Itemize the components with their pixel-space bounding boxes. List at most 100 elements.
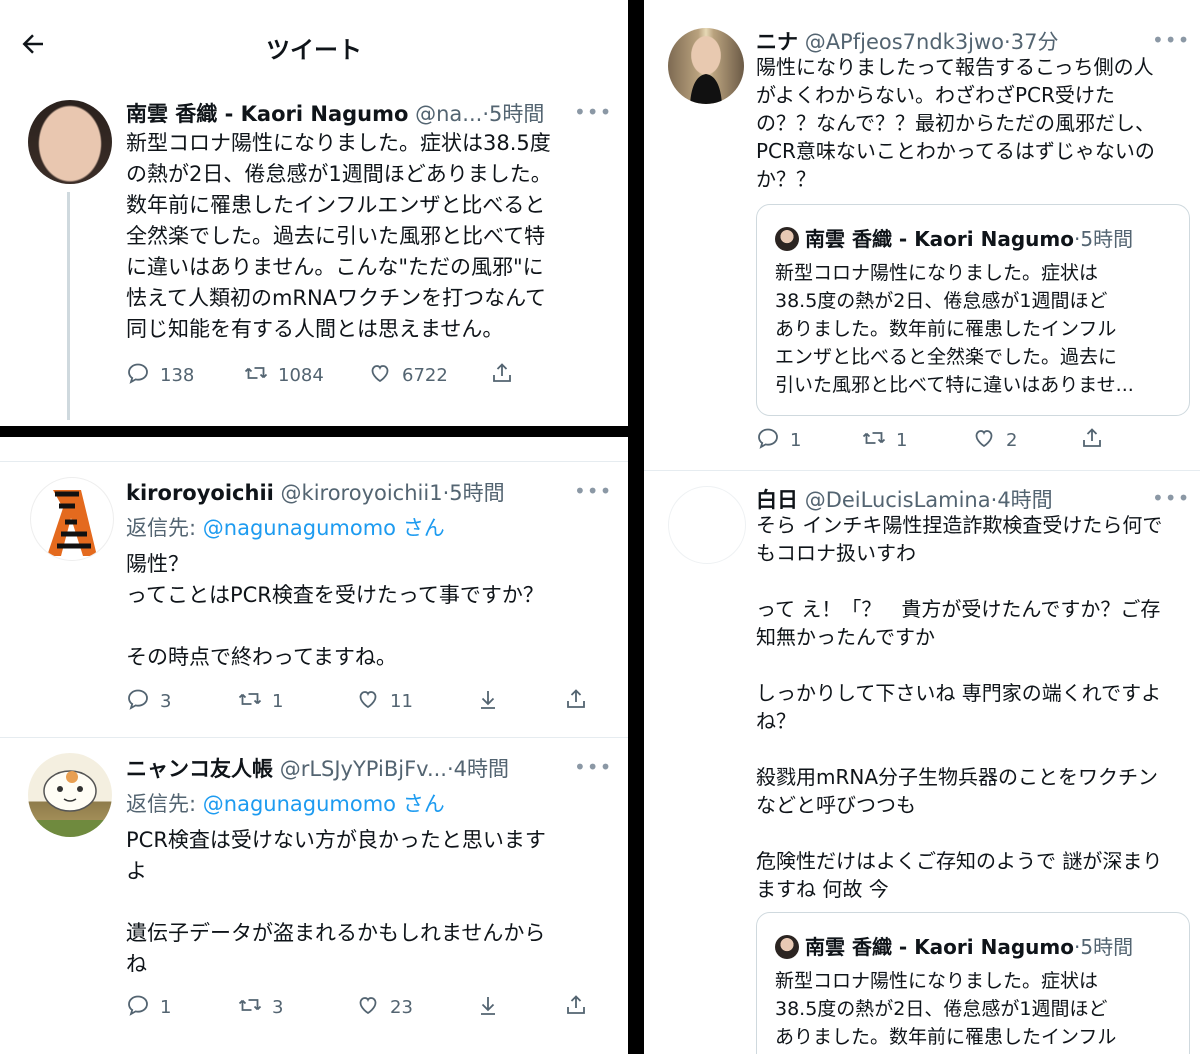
more-dots-icon[interactable]: ••• bbox=[1152, 486, 1190, 510]
tweet-header: ニナ @APfjeos7ndk3jwo·37分 bbox=[756, 26, 1058, 56]
tweet-actions: 1 3 23 bbox=[126, 993, 596, 1023]
heart-icon bbox=[356, 993, 380, 1022]
tweet-time[interactable]: 5時間 bbox=[449, 481, 504, 505]
reply-context: 返信先: @nagunagumomo さん bbox=[126, 512, 445, 542]
page-title: ツイート bbox=[266, 36, 362, 64]
reply-action[interactable]: 1 bbox=[756, 426, 801, 455]
author-name[interactable]: 南雲 香織 - Kaori Nagumo bbox=[126, 102, 408, 126]
tweet-header: kiroroyoichii @kiroroyoichii1·5時間 bbox=[126, 477, 505, 507]
share-icon bbox=[564, 993, 588, 1022]
quoted-author-name: 南雲 香織 - Kaori Nagumo bbox=[805, 935, 1074, 959]
separator-dot: · bbox=[1004, 30, 1011, 54]
right-panel: ニナ @APfjeos7ndk3jwo·37分 ••• 陽性になりましたって報告… bbox=[644, 0, 1200, 1054]
tweet-header: ニャンコ友人帳 @rLSJyYPiBjFv...·4時間 bbox=[126, 753, 509, 783]
quoted-tweet-header: 南雲 香織 - Kaori Nagumo·5時間 bbox=[775, 931, 1133, 960]
tweet-time[interactable]: 5時間 bbox=[489, 102, 544, 126]
author-name[interactable]: ニャンコ友人帳 bbox=[126, 757, 273, 781]
reply-action[interactable]: 1 bbox=[126, 993, 171, 1022]
reply-to-link[interactable]: @nagunagumomo bbox=[203, 516, 396, 540]
retweet-action[interactable]: 3 bbox=[238, 993, 283, 1022]
tweet-time[interactable]: 4時間 bbox=[997, 488, 1052, 512]
heart-icon bbox=[356, 687, 380, 716]
heart-icon bbox=[972, 426, 996, 455]
divider bbox=[644, 470, 1200, 471]
download-icon bbox=[476, 687, 500, 716]
author-handle[interactable]: @DeiLucisLamina bbox=[805, 488, 991, 512]
author-name[interactable]: kiroroyoichii bbox=[126, 481, 274, 505]
quoted-author-name: 南雲 香織 - Kaori Nagumo bbox=[805, 227, 1074, 251]
download-action[interactable] bbox=[476, 993, 500, 1022]
retweet-action[interactable]: 1 bbox=[238, 687, 283, 716]
replies-panel: kiroroyoichii @kiroroyoichii1·5時間 ••• 返信… bbox=[0, 437, 628, 1054]
download-icon bbox=[476, 993, 500, 1022]
author-handle[interactable]: @na... bbox=[415, 102, 482, 126]
reply-to-link[interactable]: @nagunagumomo bbox=[203, 792, 396, 816]
more-dots-icon[interactable]: ••• bbox=[574, 755, 612, 779]
more-dots-icon[interactable]: ••• bbox=[574, 479, 612, 503]
tweet-text: 陽性になりましたって報告するこっち側の人 がよくわからない。わざわざPCR受けた… bbox=[756, 55, 1155, 191]
retweet-icon bbox=[238, 993, 262, 1022]
tweet-header: 白日 @DeiLucisLamina·4時間 bbox=[756, 484, 1053, 514]
retweet-count: 1 bbox=[272, 691, 284, 712]
retweet-action[interactable]: 1084 bbox=[244, 361, 324, 390]
reply-suffix: さん bbox=[402, 792, 445, 816]
quoted-tweet-card[interactable]: 南雲 香織 - Kaori Nagumo·5時間 新型コロナ陽性になりました。症… bbox=[756, 204, 1190, 416]
like-count: 6722 bbox=[402, 365, 448, 386]
tweet-text: 陽性？ ってことはPCR検査を受けたって事ですか？ その時点で終わってますね。 bbox=[126, 552, 544, 669]
reply-bubble-icon bbox=[126, 361, 150, 390]
share-action[interactable] bbox=[1080, 426, 1104, 455]
retweet-count: 1084 bbox=[278, 365, 324, 386]
avatar[interactable] bbox=[30, 477, 114, 561]
retweet-icon bbox=[244, 361, 268, 390]
retweet-icon bbox=[862, 426, 886, 455]
reply-action[interactable]: 138 bbox=[126, 361, 194, 390]
download-action[interactable] bbox=[476, 687, 500, 716]
more-dots-icon[interactable]: ••• bbox=[574, 100, 612, 124]
share-action[interactable] bbox=[564, 687, 588, 716]
reply-context: 返信先: @nagunagumomo さん bbox=[126, 788, 445, 818]
tweet-text: そら インチキ陽性捏造詐欺検査受けたら何で もコロナ扱いすわ って え！「？ 貴… bbox=[756, 513, 1163, 901]
top-bar: ツイート bbox=[0, 0, 628, 96]
share-icon bbox=[1080, 426, 1104, 455]
author-handle[interactable]: @kiroroyoichii1 bbox=[281, 481, 443, 505]
tweet-time[interactable]: 37分 bbox=[1011, 30, 1059, 54]
retweet-count: 1 bbox=[896, 430, 908, 451]
reply-action[interactable]: 3 bbox=[126, 687, 171, 716]
divider bbox=[0, 737, 628, 738]
reply-prefix: 返信先: bbox=[126, 516, 197, 540]
avatar[interactable] bbox=[668, 486, 746, 564]
like-action[interactable]: 23 bbox=[356, 993, 413, 1022]
reply-prefix: 返信先: bbox=[126, 792, 197, 816]
share-action[interactable] bbox=[564, 993, 588, 1022]
reply-bubble-icon bbox=[756, 426, 780, 455]
tweet-time[interactable]: 4時間 bbox=[454, 757, 509, 781]
more-dots-icon[interactable]: ••• bbox=[1152, 28, 1190, 52]
reply-bubble-icon bbox=[126, 993, 150, 1022]
avatar[interactable] bbox=[28, 100, 112, 184]
like-count: 11 bbox=[390, 691, 413, 712]
author-handle[interactable]: @rLSJyYPiBjFv... bbox=[280, 757, 447, 781]
avatar[interactable] bbox=[28, 753, 112, 837]
retweet-count: 3 bbox=[272, 997, 284, 1018]
reply-bubble-icon bbox=[126, 687, 150, 716]
author-name[interactable]: 白日 bbox=[756, 488, 798, 512]
quoted-avatar bbox=[775, 227, 799, 251]
like-action[interactable]: 2 bbox=[972, 426, 1017, 455]
reply-count: 3 bbox=[160, 691, 172, 712]
retweet-action[interactable]: 1 bbox=[862, 426, 907, 455]
quoted-time: 5時間 bbox=[1080, 227, 1134, 251]
like-action[interactable]: 11 bbox=[356, 687, 413, 716]
avatar[interactable] bbox=[668, 28, 744, 104]
quoted-time: 5時間 bbox=[1080, 935, 1134, 959]
like-action[interactable]: 6722 bbox=[368, 361, 448, 390]
share-icon bbox=[564, 687, 588, 716]
quoted-tweet-card[interactable]: 南雲 香織 - Kaori Nagumo·5時間 新型コロナ陽性になりました。症… bbox=[756, 912, 1190, 1054]
share-action[interactable] bbox=[490, 361, 514, 390]
author-name[interactable]: ニナ bbox=[756, 30, 798, 54]
quoted-tweet-text: 新型コロナ陽性になりました。症状は 38.5度の熱が2日、倦怠感が1週間ほど あ… bbox=[775, 262, 1134, 396]
tweet-header: 南雲 香織 - Kaori Nagumo @na...·5時間 bbox=[126, 98, 544, 128]
author-handle[interactable]: @APfjeos7ndk3jwo bbox=[805, 30, 1004, 54]
tweet-actions: 3 1 11 bbox=[126, 687, 596, 717]
reply-count: 1 bbox=[790, 430, 802, 451]
like-count: 23 bbox=[390, 997, 413, 1018]
